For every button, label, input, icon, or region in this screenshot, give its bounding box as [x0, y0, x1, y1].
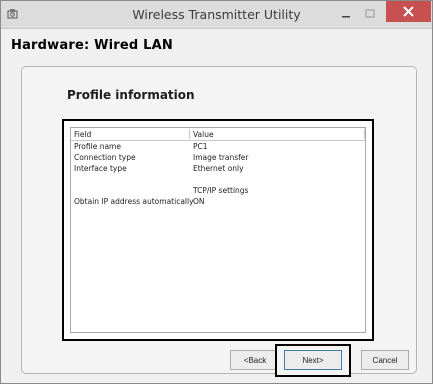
- list-item: Profile name PC1: [71, 141, 365, 152]
- close-button[interactable]: [386, 1, 431, 22]
- minimize-icon[interactable]: [337, 5, 355, 23]
- column-header-field[interactable]: Field: [74, 129, 91, 140]
- list-item: Interface type Ethernet only: [71, 163, 365, 174]
- list-item: [71, 174, 365, 185]
- value-cell: Ethernet only: [193, 164, 244, 173]
- close-icon: [403, 6, 414, 17]
- column-header-value[interactable]: Value: [193, 129, 214, 140]
- field-cell: Connection type: [74, 153, 136, 162]
- profile-info-list[interactable]: Field Value Profile name PC1 Connection …: [70, 127, 366, 333]
- section-title: Profile information: [67, 88, 195, 102]
- field-cell: Profile name: [74, 142, 121, 151]
- list-item: Obtain IP address automatically ON: [71, 196, 365, 207]
- cancel-button[interactable]: Cancel: [361, 350, 409, 370]
- back-button[interactable]: <Back: [230, 350, 280, 370]
- value-cell: PC1: [193, 142, 208, 151]
- value-cell: ON: [193, 197, 205, 206]
- list-item: Connection type Image transfer: [71, 152, 365, 163]
- page-heading: Hardware: Wired LAN: [11, 38, 173, 53]
- utility-window: Wireless Transmitter Utility Hardware: W…: [0, 0, 433, 384]
- next-button[interactable]: Next>: [284, 350, 342, 370]
- highlight-frame: Field Value Profile name PC1 Connection …: [62, 119, 374, 341]
- list-header: Field Value: [71, 129, 365, 141]
- header-divider-end: [364, 129, 365, 139]
- value-cell: Image transfer: [193, 153, 249, 162]
- field-cell: Obtain IP address automatically: [74, 197, 194, 206]
- field-cell: Interface type: [74, 164, 127, 173]
- value-cell: TCP/IP settings: [193, 186, 249, 195]
- content-panel: Profile information Field Value Profile …: [21, 66, 417, 377]
- maximize-icon[interactable]: [361, 5, 379, 23]
- title-bar[interactable]: Wireless Transmitter Utility: [1, 1, 432, 29]
- list-item: TCP/IP settings: [71, 185, 365, 196]
- header-divider[interactable]: [189, 129, 190, 139]
